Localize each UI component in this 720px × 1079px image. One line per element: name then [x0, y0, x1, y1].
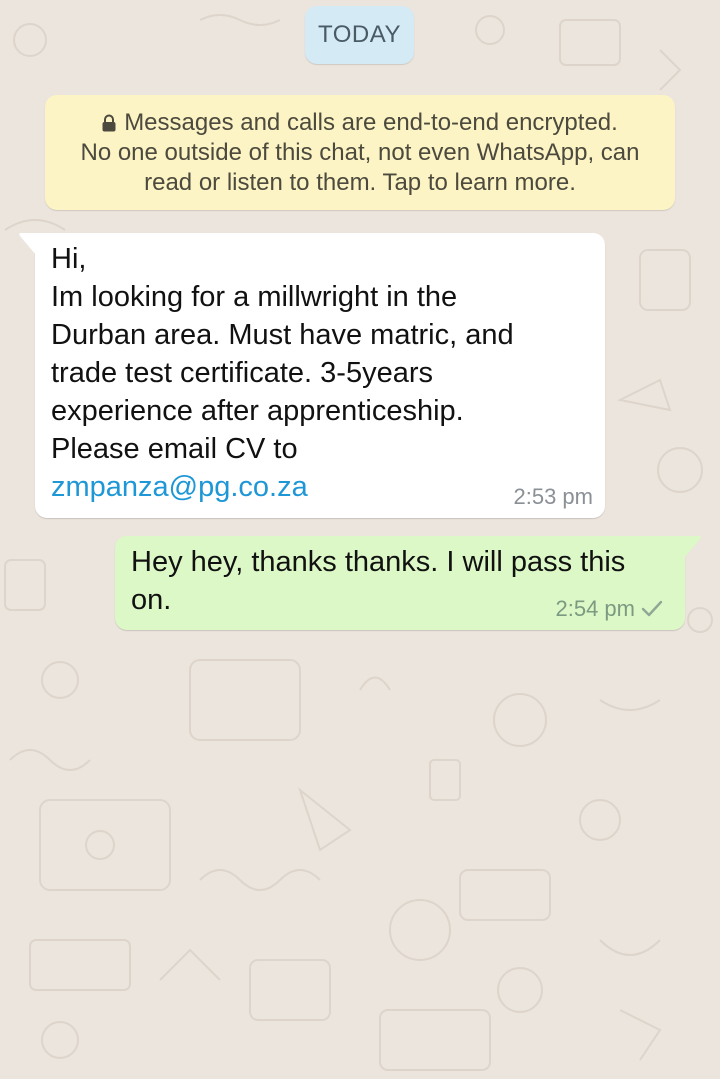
incoming-message-bubble[interactable]: Hi, Im looking for a millwright in the D… — [19, 233, 605, 518]
bubble-tail — [684, 536, 701, 558]
chat-conversation[interactable]: TODAY Messages and calls are end-to-end … — [0, 0, 720, 1079]
encryption-notice-line-3: read or listen to them. Tap to learn mor… — [144, 169, 576, 196]
outgoing-message-meta: 2:54 pm — [556, 596, 664, 622]
encryption-notice[interactable]: Messages and calls are end-to-end encryp… — [45, 95, 675, 210]
bubble-tail — [19, 233, 36, 255]
incoming-message-text: Hi, Im looking for a millwright in the D… — [51, 240, 591, 506]
email-link[interactable]: zmpanza@pg.co.za — [51, 471, 308, 503]
encryption-notice-line-1: Messages and calls are end-to-end encryp… — [45, 108, 675, 138]
incoming-message-body: Hi, Im looking for a millwright in the D… — [51, 243, 514, 465]
single-check-icon — [641, 600, 663, 617]
incoming-message-time: 2:53 pm — [513, 484, 594, 509]
lock-icon — [102, 114, 116, 132]
encryption-notice-text-1: Messages and calls are end-to-end encryp… — [124, 109, 618, 136]
date-divider: TODAY — [305, 6, 414, 64]
outgoing-message-bubble[interactable]: Hey hey, thanks thanks. I will pass this… — [115, 536, 701, 630]
encryption-notice-line-2: No one outside of this chat, not even Wh… — [80, 139, 640, 166]
outgoing-message-time: 2:54 pm — [555, 596, 636, 621]
